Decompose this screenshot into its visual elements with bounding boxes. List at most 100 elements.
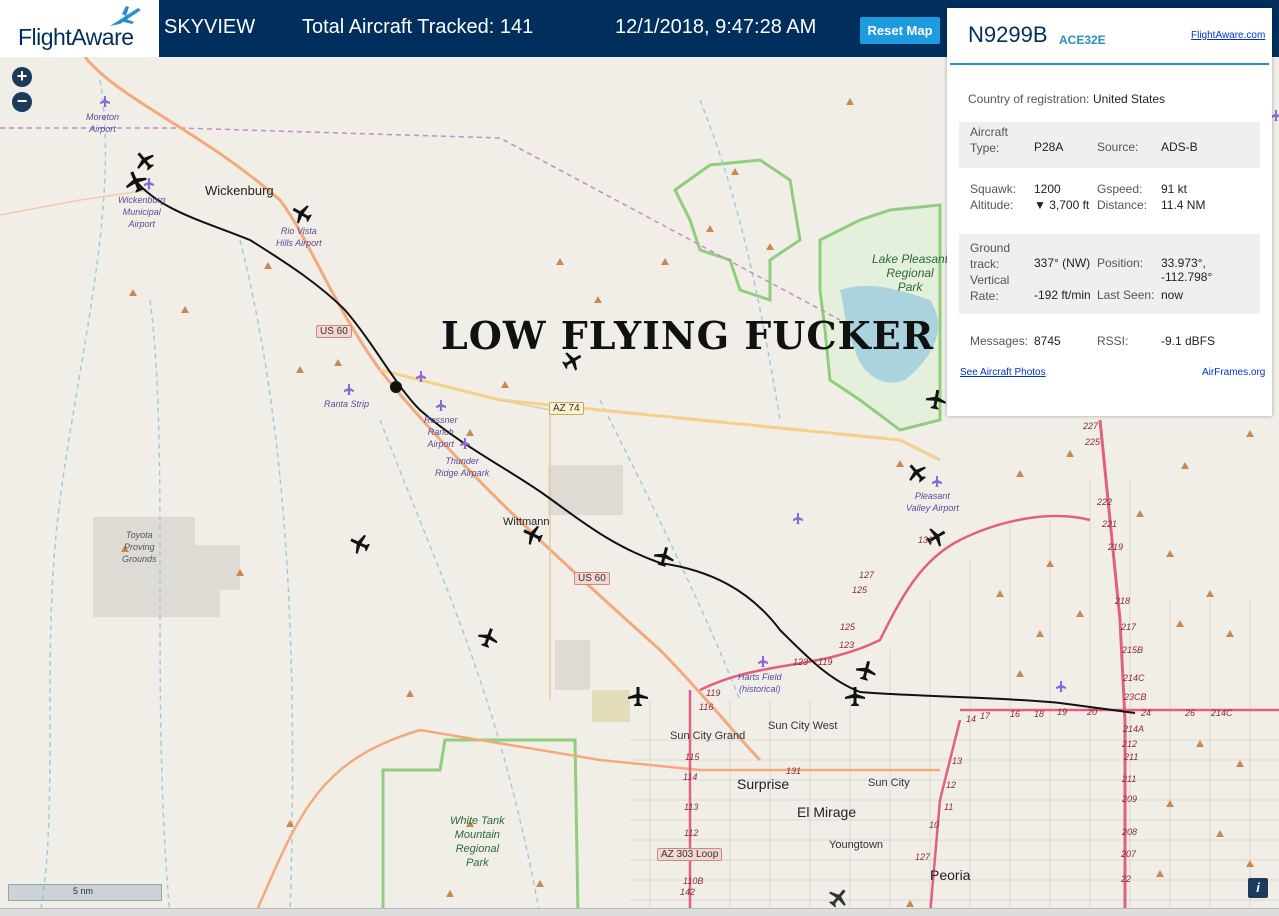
aircraft-photos-link[interactable]: See Aircraft Photos <box>960 367 1046 378</box>
overlay-caption: LOW FLYING FUCKER <box>441 313 935 358</box>
az74-shield: AZ 74 <box>549 402 584 415</box>
datetime: 12/1/2018, 9:47:28 AM <box>615 16 817 38</box>
sun-city-grand-label: Sun City Grand <box>670 730 746 742</box>
route-number-label: 131 <box>918 535 934 545</box>
harts-field-label: Harts Field (historical) <box>738 672 782 694</box>
scale-bar: 5 nm <box>8 884 162 901</box>
route-number-label: 212 <box>1122 739 1138 749</box>
route-number-label: 214A <box>1123 724 1145 734</box>
surprise-label: Surprise <box>737 776 790 792</box>
route-number-label: 119 <box>818 657 833 667</box>
pleasant-valley-airport-label: Pleasant Valley Airport <box>906 491 959 513</box>
sun-city-label: Sun City <box>868 777 910 789</box>
us60-shield: US 60 <box>574 572 610 585</box>
aircraft-type-label: Aircraft Type: <box>970 125 1009 155</box>
route-number-label: 18 <box>1034 709 1045 719</box>
route-number-label: 26 <box>1185 708 1196 718</box>
flightaware-link[interactable]: FlightAware.com <box>1191 30 1265 41</box>
messages-value: 8745 <box>1034 334 1061 348</box>
squawk-value: 1200 <box>1034 182 1061 196</box>
logo-text: FlightAware <box>18 24 134 50</box>
route-number-label: 215B <box>1122 645 1144 655</box>
source-label: Source: <box>1097 140 1139 154</box>
route-number-label: 127 <box>859 570 875 580</box>
wittmann-label: Wittmann <box>503 516 550 528</box>
aircraft-icon[interactable] <box>826 886 850 910</box>
route-number-label: 207 <box>1121 849 1137 859</box>
country-row: Country of registration: United States <box>959 92 1260 112</box>
route-number-label: 218 <box>1115 596 1131 606</box>
route-number-label: 112 <box>684 828 699 838</box>
squawk-label: Squawk: <box>970 182 1017 196</box>
route-number-label: 225 <box>1085 437 1101 447</box>
zoom-out-button[interactable]: − <box>12 92 32 112</box>
az303-shield: AZ 303 Loop <box>657 848 723 861</box>
aircraft-icon[interactable] <box>854 659 878 683</box>
route-number-label: 219 <box>1108 542 1124 552</box>
route-number-label: 12 <box>946 780 957 790</box>
airframes-link[interactable]: AirFrames.org <box>1202 367 1265 378</box>
rio-vista-airport-label: Rio Vista Hills Airport <box>276 226 322 248</box>
zoom-in-button[interactable]: + <box>12 67 32 87</box>
flightaware-logo[interactable]: FlightAware <box>0 0 159 57</box>
route-number-label: 214C <box>1211 708 1233 718</box>
youngtown-label: Youngtown <box>829 839 884 851</box>
rssi-value: -9.1 dBFS <box>1161 334 1216 348</box>
lake-pleasant-park-label: Lake Pleasant Regional Park <box>872 252 949 294</box>
ground-track-value: 337° (NW) <box>1034 256 1091 270</box>
moreton-airport-label: Moreton Airport <box>86 112 120 134</box>
altitude-value: ▼ 3,700 ft <box>1034 198 1090 212</box>
thunder-ridge-label: Thunder Ridge Airpark <box>435 456 490 478</box>
route-number-label: 221 <box>1102 519 1118 529</box>
route-number-label: 222 <box>1097 497 1113 507</box>
aircraft-icon[interactable] <box>905 461 929 485</box>
toyota-grounds-label: Toyota Proving Grounds <box>122 530 157 564</box>
route-number-label: 20 <box>1087 707 1098 717</box>
route-number-label: 227 <box>1083 421 1099 431</box>
route-number-label: 24 <box>1141 708 1152 718</box>
route-number-label: 214C <box>1123 673 1145 683</box>
app-name: SKYVIEW <box>164 16 256 38</box>
el-mirage-label: El Mirage <box>797 804 857 820</box>
messages-row: Messages: 8745 RSSI: -9.1 dBFS <box>959 334 1260 354</box>
info-button[interactable]: i <box>1248 878 1268 898</box>
country-value: United States <box>1093 92 1166 106</box>
route-number-label: 22 <box>1121 874 1132 884</box>
route-number-label: 217 <box>1121 622 1137 632</box>
aircraft-icon[interactable] <box>626 685 650 709</box>
last-seen-value: now <box>1161 288 1184 302</box>
last-seen-label: Last Seen: <box>1097 288 1155 302</box>
aircraft-icon[interactable] <box>652 545 676 569</box>
distance-value: 11.4 NM <box>1161 198 1206 212</box>
aircraft-icon[interactable] <box>290 202 314 226</box>
aircraft-icon[interactable] <box>843 685 867 709</box>
route-number-label: 123 <box>793 657 809 667</box>
aircraft-icon[interactable] <box>476 626 500 650</box>
us60-shield: US 60 <box>316 325 352 338</box>
reset-map-button[interactable]: Reset Map <box>860 17 940 44</box>
route-number-label: 211 <box>1124 752 1139 762</box>
altitude-label: Altitude: <box>970 198 1014 212</box>
aircraft-icon[interactable] <box>348 532 372 556</box>
route-number-label: 123 <box>839 640 855 650</box>
route-number-label: 110B <box>683 876 704 886</box>
position-value: 33.973°, -112.798° <box>1161 256 1213 284</box>
gspeed-label: Gspeed: <box>1097 182 1143 196</box>
aircraft-icon[interactable] <box>924 388 948 412</box>
route-number-label: 14 <box>966 714 977 724</box>
route-number-label: 131 <box>786 766 802 776</box>
route-number-label: 19 <box>1057 707 1068 717</box>
route-number-label: 119 <box>706 688 721 698</box>
route-number-label: 209 <box>1122 794 1138 804</box>
aircraft-info-panel: N9299B ACE32E FlightAware.com Country of… <box>947 8 1272 416</box>
aircraft-selected-icon[interactable] <box>123 169 149 195</box>
route-number-label: 142 <box>680 887 696 897</box>
vertical-rate-label: Vertical Rate: <box>970 273 1010 303</box>
vertical-rate-value: -192 ft/min <box>1034 288 1091 302</box>
distance-label: Distance: <box>1097 198 1148 212</box>
route-number-label: 17 <box>980 711 991 721</box>
country-label: Country of registration: <box>968 92 1090 106</box>
source-value: ADS-B <box>1161 140 1198 154</box>
route-number-label: 116 <box>699 702 714 712</box>
ranta-strip-label: Ranta Strip <box>324 399 370 409</box>
